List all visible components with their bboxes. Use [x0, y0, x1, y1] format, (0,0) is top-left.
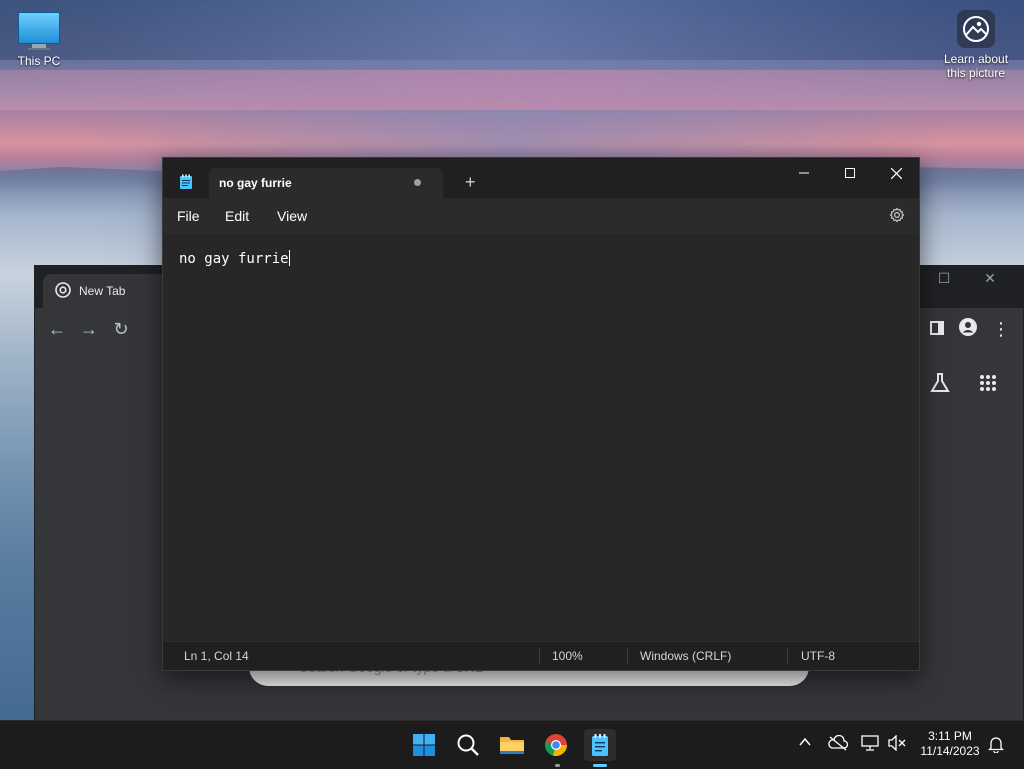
notepad-status-bar: Ln 1, Col 14 100% Windows (CRLF) UTF-8	[163, 641, 919, 670]
search-icon[interactable]	[452, 729, 484, 761]
clock-time: 3:11 PM	[928, 729, 972, 743]
close-icon[interactable]: ✕	[967, 270, 1013, 287]
desktop-icon-this-pc[interactable]: This PC	[10, 8, 68, 68]
maximize-button[interactable]	[827, 158, 873, 188]
status-line-ending: Windows (CRLF)	[640, 649, 732, 663]
maximize-icon[interactable]: ☐	[921, 270, 967, 287]
close-icon	[890, 167, 902, 179]
volume-muted-icon[interactable]	[887, 734, 907, 754]
text-caret	[288, 250, 290, 266]
desktop-icon-label: Learn about this picture	[943, 52, 1009, 80]
desktop-icon-label: This PC	[17, 54, 61, 68]
document-text: no gay furrie	[179, 251, 289, 267]
status-encoding: UTF-8	[801, 649, 835, 663]
computer-icon	[18, 12, 60, 44]
network-icon[interactable]	[860, 735, 880, 754]
apps-grid-icon[interactable]	[979, 374, 997, 397]
notepad-menu-bar: File Edit View	[163, 198, 919, 234]
chrome-icon[interactable]	[540, 729, 572, 761]
settings-gear-icon[interactable]	[889, 207, 905, 228]
chrome-tab-title: New Tab	[79, 284, 126, 298]
profile-icon[interactable]	[956, 317, 980, 341]
new-tab-button[interactable]: +	[465, 170, 476, 194]
taskbar: 3:11 PM 11/14/2023	[0, 720, 1024, 769]
notification-bell-icon[interactable]	[987, 735, 1005, 756]
labs-icon[interactable]	[929, 372, 951, 399]
windows-start-icon[interactable]	[408, 729, 440, 761]
notepad-title-bar: no gay furrie +	[163, 158, 919, 198]
spotlight-icon	[957, 10, 995, 48]
chrome-window-controls: ☐ ✕	[921, 270, 1013, 287]
desktop-icon-learn-about-picture[interactable]: Learn about this picture	[940, 10, 1012, 80]
menu-view[interactable]: View	[277, 208, 307, 224]
status-zoom: 100%	[552, 649, 583, 663]
chevron-up-icon[interactable]	[798, 735, 812, 752]
notepad-text-area[interactable]: no gay furrie	[163, 234, 919, 642]
onedrive-icon[interactable]	[828, 734, 849, 754]
active-app-indicator	[593, 764, 607, 767]
notepad-tab-title: no gay furrie	[219, 176, 292, 190]
notepad-app-icon	[179, 174, 193, 195]
status-cursor-position: Ln 1, Col 14	[184, 649, 249, 663]
unsaved-dot-icon[interactable]	[414, 179, 421, 186]
notepad-window[interactable]: no gay furrie + File Edit View no gay fu…	[162, 157, 920, 671]
reload-icon[interactable]: ↻	[109, 317, 133, 341]
menu-file[interactable]: File	[177, 208, 200, 224]
forward-icon[interactable]: →	[77, 317, 101, 341]
back-icon[interactable]: ←	[45, 317, 69, 341]
minimize-icon	[799, 172, 809, 174]
side-panel-icon[interactable]	[925, 317, 949, 341]
notepad-tab[interactable]: no gay furrie	[209, 168, 443, 198]
menu-dots-icon[interactable]: ⋮	[989, 317, 1013, 341]
running-app-indicator	[555, 764, 560, 767]
file-explorer-icon[interactable]	[496, 729, 528, 761]
maximize-icon	[845, 168, 855, 178]
minimize-button[interactable]	[781, 158, 827, 188]
chrome-logo-icon	[55, 281, 71, 301]
system-clock[interactable]: 3:11 PM 11/14/2023	[914, 729, 986, 759]
notepad-icon[interactable]	[584, 729, 616, 761]
menu-edit[interactable]: Edit	[225, 208, 249, 224]
clock-date: 11/14/2023	[920, 744, 980, 758]
close-button[interactable]	[873, 158, 919, 188]
